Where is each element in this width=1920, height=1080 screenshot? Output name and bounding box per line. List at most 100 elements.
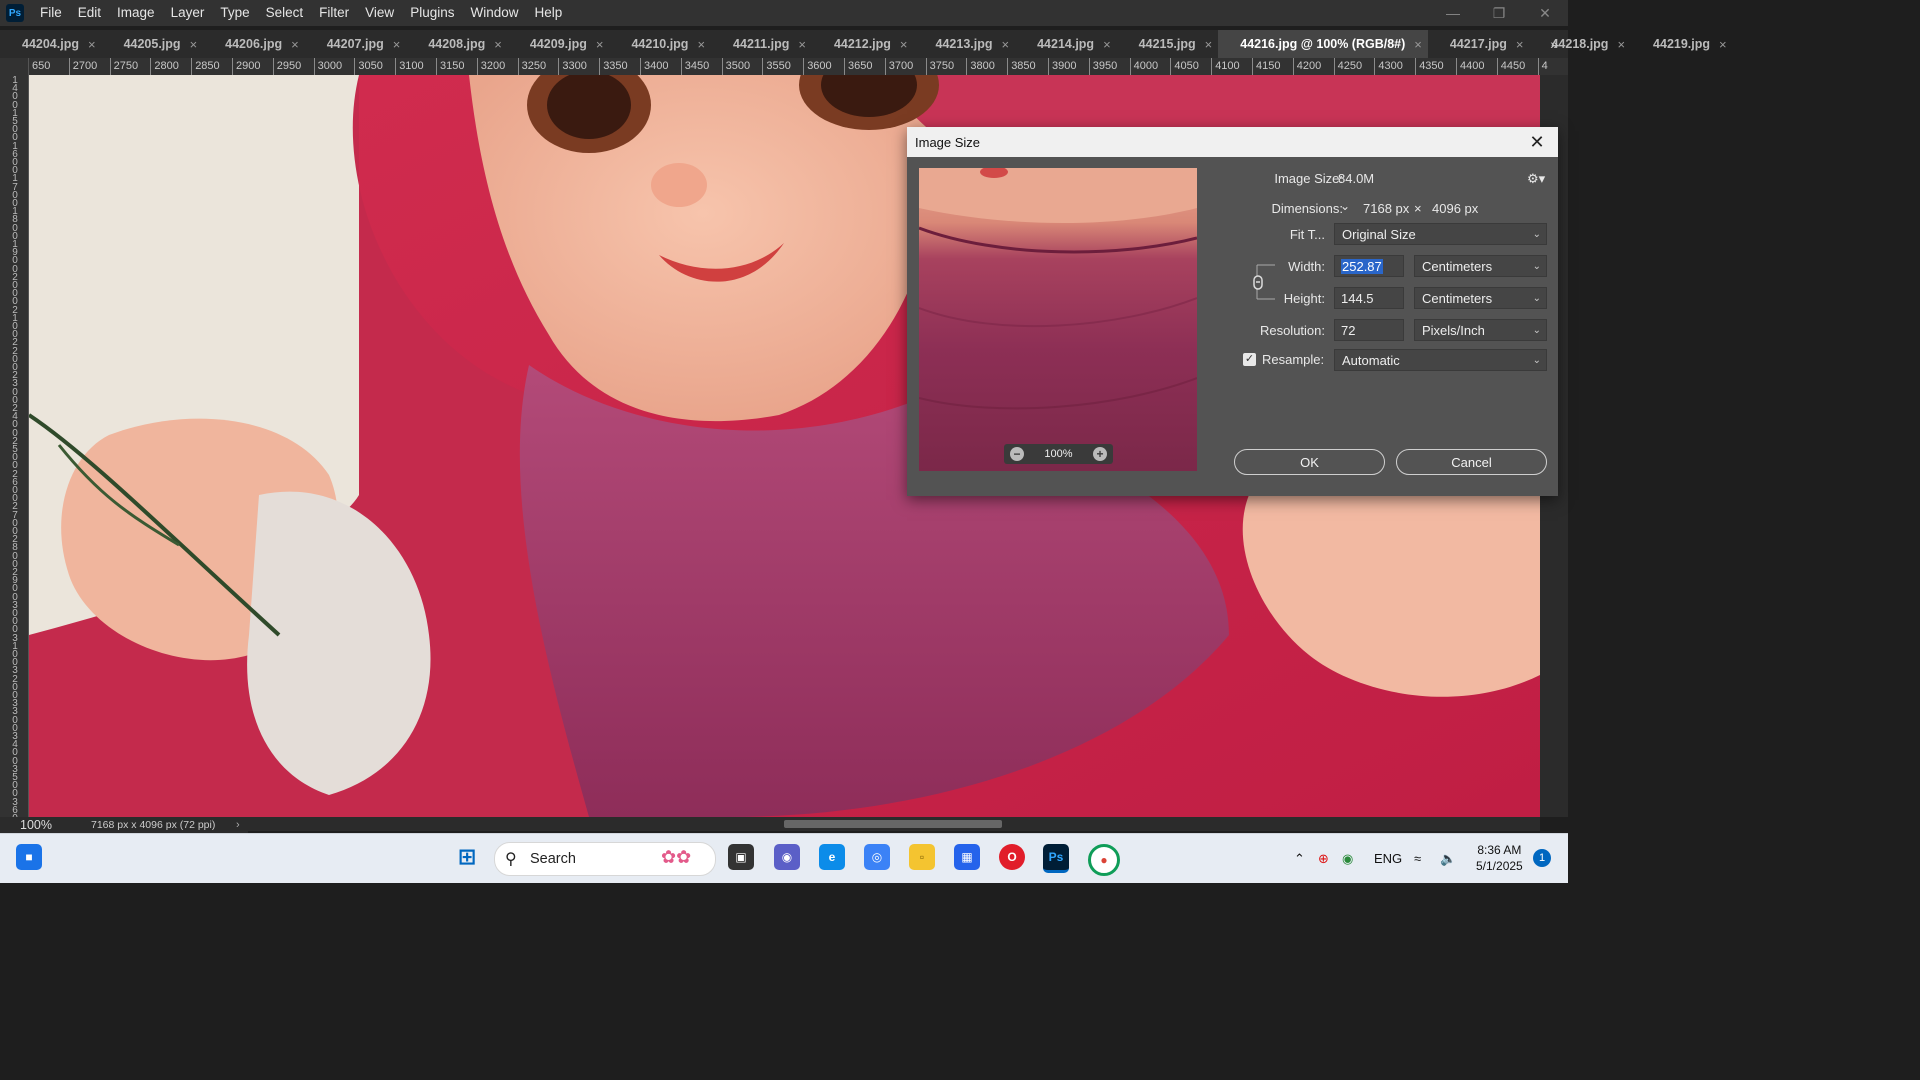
document-tab[interactable]: 44218.jpg × [1529,30,1631,58]
ok-button[interactable]: OK [1234,449,1385,475]
tab-overflow-icon[interactable]: » [1550,30,1558,58]
tab-close-icon[interactable]: × [393,37,401,52]
windows-taskbar: ■ ⊞ ⚲ Search ✿✿ ▣ ◉ e ◎ ▫ ▦ O Ps ● ⌃ ⊕ ◉… [0,833,1568,883]
document-tab[interactable]: 44213.jpg × [914,30,1016,58]
tab-close-icon[interactable]: × [798,37,806,52]
language-indicator[interactable]: ENG [1374,834,1402,883]
close-window-icon[interactable]: ✕ [1522,0,1568,26]
document-tab[interactable]: 44204.jpg × [0,30,102,58]
document-tab[interactable]: 44207.jpg × [305,30,407,58]
start-icon[interactable]: ⊞ [454,844,480,870]
width-input[interactable]: 252.87 [1334,255,1404,277]
fit-to-select[interactable]: Original Size ⌄ [1334,223,1547,245]
menu-image[interactable]: Image [109,0,163,26]
volume-muted-icon[interactable]: 🔈 [1440,834,1456,883]
dimensions-times: × [1414,201,1422,216]
document-tab[interactable]: 44216.jpg @ 100% (RGB/8#) × [1218,30,1428,58]
ruler-tick-label: 3950 [1088,58,1117,75]
zoom-level[interactable]: 100% [20,817,52,833]
tab-close-icon[interactable]: × [1516,37,1524,52]
chrome-icon[interactable]: ● [1088,844,1120,876]
menu-window[interactable]: Window [462,0,526,26]
tab-close-icon[interactable]: × [1414,37,1422,52]
menu-filter[interactable]: Filter [311,0,357,26]
tab-close-icon[interactable]: × [900,37,908,52]
resolution-input[interactable]: 72 [1334,319,1404,341]
tab-close-icon[interactable]: × [1205,37,1213,52]
document-tab[interactable]: 44211.jpg × [711,30,812,58]
document-tab[interactable]: 44209.jpg × [508,30,610,58]
document-tab[interactable]: 44219.jpg × [1631,30,1733,58]
menu-view[interactable]: View [357,0,402,26]
microsoft-store-icon[interactable]: ▦ [954,844,980,870]
menu-type[interactable]: Type [212,0,257,26]
tab-close-icon[interactable]: × [596,37,604,52]
resample-select[interactable]: Automatic ⌄ [1334,349,1547,371]
vpn-icon[interactable]: ⊕ [1318,834,1329,883]
vertical-ruler[interactable]: 1400150016001700180019002000210022002300… [0,75,29,817]
security-icon[interactable]: ◉ [1342,834,1353,883]
menu-plugins[interactable]: Plugins [402,0,462,26]
zoom-in-icon[interactable]: + [1092,447,1107,461]
taskbar-search[interactable]: ⚲ Search ✿✿ [494,842,716,876]
tab-close-icon[interactable]: × [88,37,96,52]
status-menu-arrow-icon[interactable]: › [236,817,240,833]
dimensions-dropdown-icon[interactable]: ⌄ [1340,199,1350,213]
photoshop-taskbar-icon[interactable]: Ps [1043,844,1069,873]
tab-close-icon[interactable]: × [494,37,502,52]
document-tab[interactable]: 44210.jpg × [609,30,711,58]
document-tab[interactable]: 44217.jpg × [1428,30,1530,58]
menu-edit[interactable]: Edit [70,0,109,26]
edge-icon[interactable]: e [819,844,845,870]
clock[interactable]: 8:36 AM 5/1/2025 [1476,842,1523,874]
tab-close-icon[interactable]: × [697,37,705,52]
widgets-icon[interactable]: ■ [16,844,42,870]
menu-select[interactable]: Select [258,0,312,26]
tab-close-icon[interactable]: × [1103,37,1111,52]
tray-overflow-icon[interactable]: ⌃ [1294,834,1305,883]
tab-close-icon[interactable]: × [291,37,299,52]
resolution-unit-select[interactable]: Pixels/Inch ⌄ [1414,319,1547,341]
document-tab[interactable]: 44215.jpg × [1117,30,1219,58]
opera-icon[interactable]: O [999,844,1025,870]
ruler-tick-label: 4300 [1374,58,1403,75]
image-preview[interactable]: − 100% + [919,168,1197,471]
resample-checkbox[interactable]: ✓ [1243,353,1256,366]
document-tab[interactable]: 44205.jpg × [102,30,204,58]
copilot-icon[interactable]: ◎ [864,844,890,870]
document-tab[interactable]: 44208.jpg × [406,30,508,58]
wifi-icon[interactable]: ≈ [1414,834,1421,883]
height-input[interactable]: 144.5 [1334,287,1404,309]
file-explorer-icon[interactable]: ▫ [909,844,935,870]
document-tab[interactable]: 44206.jpg × [203,30,305,58]
tab-close-icon[interactable]: × [1002,37,1010,52]
close-icon[interactable]: ✕ [1526,130,1548,154]
horizontal-scrollbar[interactable] [248,817,1540,831]
ruler-tick-label: 3050 [354,58,383,75]
horizontal-ruler[interactable]: 650 2700 2750 2800 2850 2900 2950 3000 3050 3100 3… [0,58,1568,76]
task-view-icon[interactable]: ▣ [728,844,754,870]
notification-badge[interactable]: 1 [1533,849,1551,867]
height-unit-select[interactable]: Centimeters ⌄ [1414,287,1547,309]
ruler-tick-label: 3400 [640,58,668,75]
document-tab[interactable]: 44212.jpg × [812,30,914,58]
settings-gear-icon[interactable]: ⚙▾ [1527,171,1545,187]
horizontal-scroll-thumb[interactable] [784,820,1002,828]
ruler-tick-label: 2700 [68,58,97,75]
teams-icon[interactable]: ◉ [774,844,800,870]
ruler-tick-label: 2900 [232,58,260,75]
cancel-button[interactable]: Cancel [1396,449,1547,475]
menu-layer[interactable]: Layer [163,0,213,26]
width-unit-select[interactable]: Centimeters ⌄ [1414,255,1547,277]
minimize-icon[interactable]: — [1430,0,1476,26]
ruler-tick-label: 3800 [966,58,995,75]
menu-help[interactable]: Help [526,0,570,26]
document-tab[interactable]: 44214.jpg × [1015,30,1117,58]
tab-close-icon[interactable]: × [190,37,198,52]
tab-close-icon[interactable]: × [1719,37,1727,52]
tab-close-icon[interactable]: × [1617,37,1625,52]
zoom-out-icon[interactable]: − [1010,447,1024,461]
menu-file[interactable]: File [32,0,70,26]
restore-icon[interactable]: ❐ [1476,0,1522,26]
dialog-titlebar[interactable]: Image Size ✕ [907,127,1558,157]
